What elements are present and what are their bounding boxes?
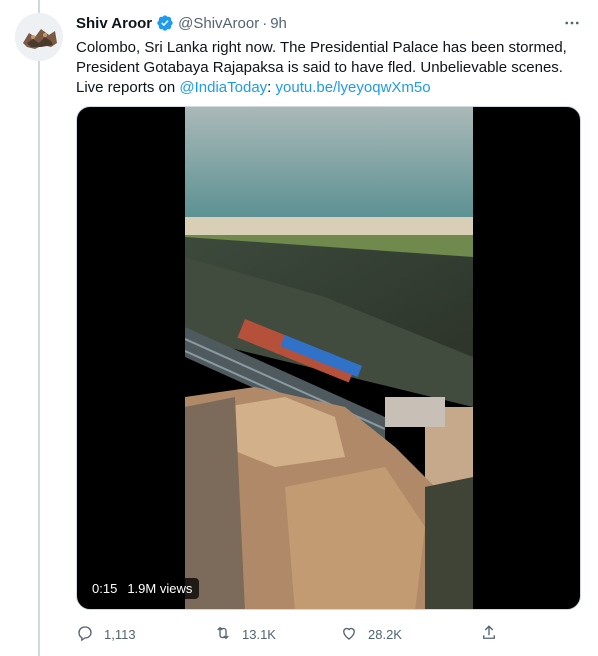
author-handle[interactable]: @ShivAroor (178, 15, 259, 32)
tweet-timestamp[interactable]: 9h (270, 15, 287, 32)
avatar[interactable] (15, 13, 63, 61)
share-icon (480, 624, 498, 645)
more-icon[interactable] (562, 13, 582, 33)
tweet-actions: 1,113 13.1K 28.2K (76, 622, 516, 646)
reply-count: 1,113 (104, 626, 136, 642)
tweet-header: Shiv Aroor @ShivAroor · 9h (76, 13, 582, 33)
share-button[interactable] (480, 622, 498, 646)
separator-dot: · (262, 14, 268, 32)
reply-icon (76, 624, 94, 645)
mention-link[interactable]: @IndiaToday (179, 79, 267, 96)
video-duration: 0:15 (92, 581, 118, 596)
retweet-button[interactable]: 13.1K (214, 622, 340, 646)
video-views: 1.9M views (127, 581, 193, 596)
retweet-icon (214, 624, 232, 645)
retweet-count: 13.1K (242, 626, 276, 642)
video-still-image (185, 107, 473, 609)
verified-icon (156, 14, 174, 32)
video-badge: 0:15 1.9M views (85, 578, 200, 599)
video-frame[interactable] (185, 107, 473, 609)
like-icon (340, 624, 358, 645)
like-count: 28.2K (368, 626, 402, 642)
video-player[interactable]: 0:15 1.9M views (76, 106, 581, 610)
author-name[interactable]: Shiv Aroor (76, 15, 152, 32)
reply-button[interactable]: 1,113 (76, 622, 214, 646)
video-link[interactable]: youtu.be/lyeyoqwXm5o (276, 79, 431, 96)
colon: : (267, 79, 272, 96)
thread-line (38, 0, 40, 656)
tweet-text: Colombo, Sri Lanka right now. The Presid… (76, 38, 581, 98)
like-button[interactable]: 28.2K (340, 622, 480, 646)
